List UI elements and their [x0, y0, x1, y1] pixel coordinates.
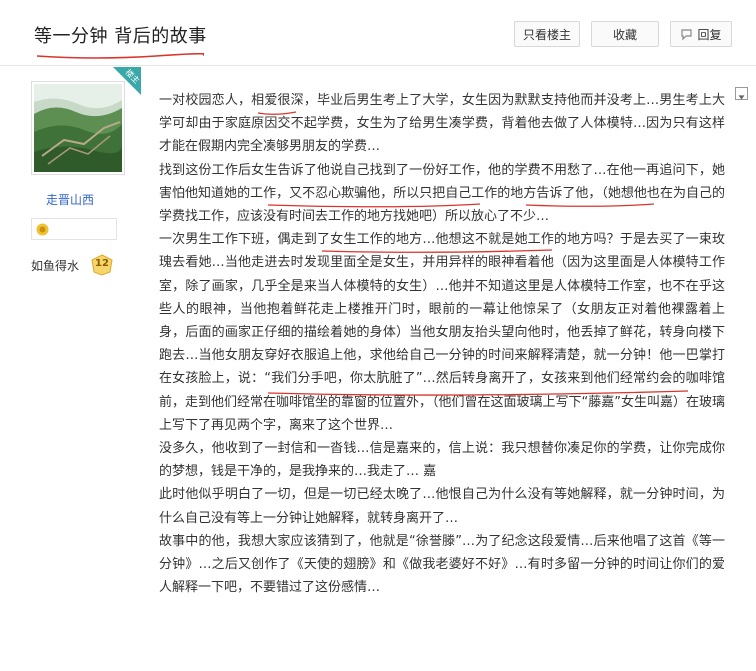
avatar-landscape	[34, 84, 122, 172]
post-paragraph: 一次男生工作下班，偶走到了女生工作的地方…他想这不就是她工作的地方吗？于是去买了…	[159, 232, 725, 433]
post-paragraph: 故事中的他，我想大家应该猜到了，他就是“徐誉滕”…为了纪念这段爱情…后来他唱了这…	[159, 533, 725, 596]
post-paragraph: 此时他似乎明白了一切，但是一切已经太晚了…他恨自己为什么没有等她解释，就一分钟时…	[159, 487, 725, 526]
post-paragraph: 没多久，他收到了一封信和一沓钱…信是嘉来的，信上说：我只想替你凑足你的学费，让你…	[159, 441, 725, 480]
favorite-label: 收藏	[612, 27, 637, 42]
thread-title: 等一分钟 背后的故事	[34, 26, 207, 47]
post-paragraph: 找到这份工作后女生告诉了他说自己找到了一份好工作，他的学费不用愁了…在他一再追问…	[159, 162, 725, 225]
thread-header: 等一分钟 背后的故事 只看楼主 收藏 回复	[0, 0, 756, 66]
favorite-button[interactable]: 收藏	[591, 21, 659, 47]
author-username[interactable]: 走晋山西	[0, 191, 140, 208]
title-ink-underline	[36, 53, 204, 59]
level-row: 如鱼得水 12	[31, 254, 131, 276]
level-number: 12	[95, 258, 109, 269]
post-content: 一对校园恋人，相爱很深，毕业后男生考上了大学，女生因为默默支持他而并没考上…男生…	[159, 89, 725, 599]
reply-icon	[681, 28, 693, 40]
post-paragraph: 一对校园恋人，相爱很深，毕业后男生考上了大学，女生因为默默支持他而并没考上…男生…	[159, 93, 725, 155]
reply-button[interactable]: 回复	[670, 21, 732, 47]
member-status-box	[31, 218, 117, 240]
only-op-label: 只看楼主	[522, 27, 571, 42]
only-op-button[interactable]: 只看楼主	[514, 21, 580, 47]
level-label: 如鱼得水	[31, 259, 80, 273]
status-icon	[36, 223, 49, 236]
reply-label: 回复	[697, 27, 722, 42]
avatar[interactable]	[31, 81, 125, 175]
collapse-button[interactable]	[735, 87, 748, 100]
collapse-arrow-icon	[738, 95, 745, 100]
